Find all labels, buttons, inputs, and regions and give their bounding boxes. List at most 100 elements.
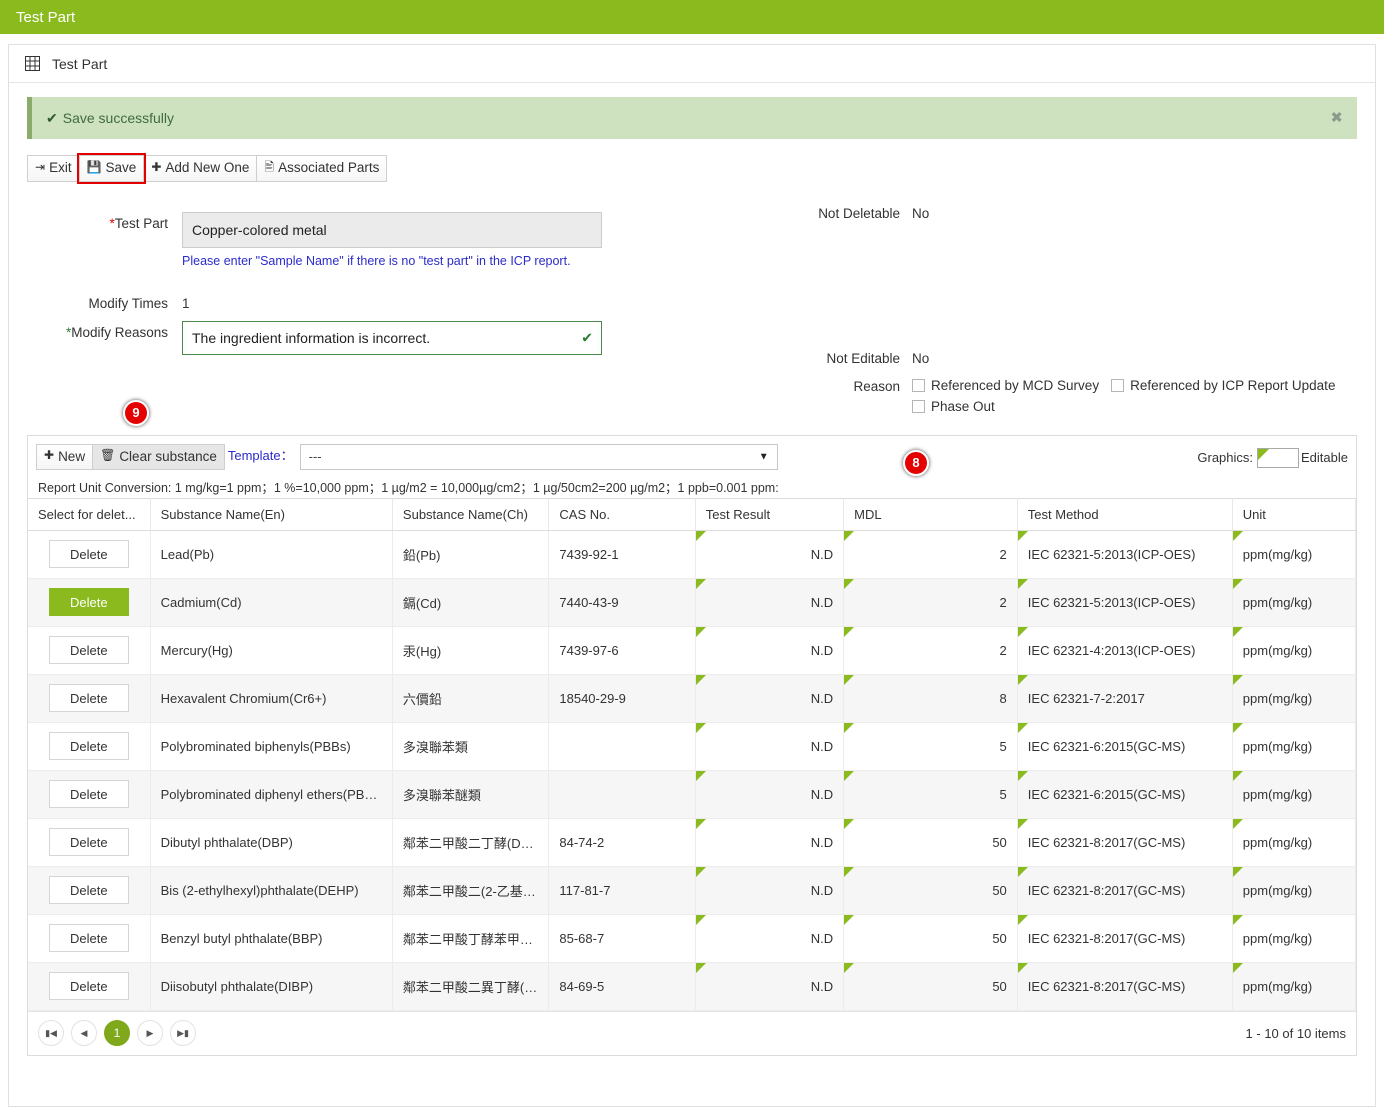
exit-button[interactable]: ⇥ Exit bbox=[27, 155, 80, 182]
cell-test-method[interactable]: IEC 62321-5:2013(ICP-OES) bbox=[1017, 578, 1233, 627]
window-title-bar: Test Part bbox=[0, 0, 1384, 34]
cell-test-method[interactable]: IEC 62321-8:2017(GC-MS) bbox=[1017, 962, 1233, 1011]
cell-unit[interactable]: ppm(mg/kg) bbox=[1232, 674, 1357, 723]
cell-mdl[interactable]: 2 bbox=[843, 626, 1018, 675]
cell-test-method[interactable]: IEC 62321-7-2:2017 bbox=[1017, 674, 1233, 723]
cell-unit[interactable]: ppm(mg/kg) bbox=[1232, 962, 1357, 1011]
table-row: Delete Dibutyl phthalate(DBP) 鄰苯二甲酸二丁酵(D… 8… bbox=[28, 818, 1357, 867]
template-select[interactable]: --- ▼ bbox=[299, 443, 778, 470]
checkbox-referenced-mcd-survey[interactable] bbox=[912, 378, 925, 392]
cell-test-result[interactable]: N.D bbox=[695, 530, 845, 579]
cell-substance-name-ch: 鄰苯二甲酸二異丁酵(… bbox=[392, 962, 550, 1011]
success-alert: ✔ Save successfully ✖ bbox=[27, 97, 1357, 139]
add-new-one-label: Add New One bbox=[165, 160, 250, 175]
cell-test-method[interactable]: IEC 62321-6:2015(GC-MS) bbox=[1017, 770, 1233, 819]
cell-test-result[interactable]: N.D bbox=[695, 962, 845, 1011]
cell-unit[interactable]: ppm(mg/kg) bbox=[1232, 722, 1357, 771]
cell-substance-name-en: Polybrominated biphenyls(PBBs) bbox=[150, 722, 393, 771]
cell-mdl[interactable]: 2 bbox=[843, 530, 1018, 579]
cell-mdl[interactable]: 50 bbox=[843, 866, 1018, 915]
col-mdl[interactable]: MDL bbox=[843, 497, 1018, 531]
delete-row-button[interactable]: Delete bbox=[48, 684, 129, 713]
trash-icon: 🗑 bbox=[100, 448, 116, 463]
clear-substance-button[interactable]: 🗑 Clear substance bbox=[92, 443, 225, 471]
cell-cas-no bbox=[548, 722, 696, 771]
cell-test-result[interactable]: N.D bbox=[695, 866, 845, 915]
col-test-result[interactable]: Test Result bbox=[695, 497, 845, 531]
cell-test-result[interactable]: N.D bbox=[695, 722, 845, 771]
new-substance-button[interactable]: ✚ New bbox=[36, 443, 94, 471]
modify-reasons-label: *Modify Reasons bbox=[65, 324, 168, 340]
action-toolbar: ⇥ Exit 💾 Save ✚ Add New One 🖹 Associated… bbox=[27, 153, 1357, 184]
save-button[interactable]: 💾 Save bbox=[76, 153, 147, 184]
modify-reasons-input[interactable] bbox=[182, 320, 602, 355]
associated-parts-button[interactable]: 🖹 Associated Parts bbox=[256, 155, 388, 182]
add-new-one-button[interactable]: ✚ Add New One bbox=[143, 155, 258, 182]
reason-checkbox-row-1: Referenced by MCD Survey Referenced by I… bbox=[912, 378, 1384, 393]
cell-unit[interactable]: ppm(mg/kg) bbox=[1232, 578, 1357, 627]
cell-mdl[interactable]: 5 bbox=[843, 722, 1018, 771]
col-cas-no[interactable]: CAS No. bbox=[548, 497, 696, 531]
cell-test-method[interactable]: IEC 62321-8:2017(GC-MS) bbox=[1017, 914, 1233, 963]
col-substance-name-en[interactable]: Substance Name(En) bbox=[150, 497, 393, 531]
cell-unit[interactable]: ppm(mg/kg) bbox=[1232, 914, 1357, 963]
required-marker-green: * bbox=[65, 324, 72, 340]
cell-test-result[interactable]: N.D bbox=[695, 770, 845, 819]
checkbox-referenced-icp-report-update[interactable] bbox=[1111, 378, 1125, 392]
delete-row-button[interactable]: Delete bbox=[48, 732, 129, 761]
plus-icon: ✚ bbox=[44, 448, 55, 463]
next-page-icon[interactable]: ▶ bbox=[137, 1020, 163, 1047]
delete-row-button[interactable]: Delete bbox=[48, 540, 129, 569]
cell-substance-name-en: Bis (2-ethylhexyl)phthalate(DEHP) bbox=[150, 866, 393, 915]
cell-substance-name-ch: 鄰苯二甲酸二丁酵(D… bbox=[392, 818, 550, 867]
cell-unit[interactable]: ppm(mg/kg) bbox=[1232, 818, 1357, 867]
delete-row-button[interactable]: Delete bbox=[48, 780, 129, 809]
delete-row-button[interactable]: Delete bbox=[48, 972, 129, 1001]
delete-row-button[interactable]: Delete bbox=[48, 636, 129, 665]
cell-test-method[interactable]: IEC 62321-6:2015(GC-MS) bbox=[1017, 722, 1233, 771]
page-1-button[interactable]: 1 bbox=[104, 1020, 130, 1047]
cell-substance-name-ch: 鉛(Pb) bbox=[392, 530, 550, 579]
cell-test-method[interactable]: IEC 62321-8:2017(GC-MS) bbox=[1017, 866, 1233, 915]
cell-test-result[interactable]: N.D bbox=[695, 914, 845, 963]
cell-test-method[interactable]: IEC 62321-4:2013(ICP-OES) bbox=[1017, 626, 1233, 675]
cell-test-method[interactable]: IEC 62321-8:2017(GC-MS) bbox=[1017, 818, 1233, 867]
delete-row-button[interactable]: Delete bbox=[48, 588, 129, 617]
cell-unit[interactable]: ppm(mg/kg) bbox=[1232, 866, 1357, 915]
first-page-icon[interactable]: ▮◀ bbox=[38, 1020, 64, 1047]
close-icon[interactable]: ✖ bbox=[1330, 111, 1343, 126]
cell-test-method[interactable]: IEC 62321-5:2013(ICP-OES) bbox=[1017, 530, 1233, 579]
cell-mdl[interactable]: 2 bbox=[843, 578, 1018, 627]
delete-row-button[interactable]: Delete bbox=[48, 876, 129, 905]
delete-row-button[interactable]: Delete bbox=[48, 828, 129, 857]
col-substance-name-ch[interactable]: Substance Name(Ch) bbox=[392, 497, 550, 531]
window-title: Test Part bbox=[16, 8, 76, 26]
cell-test-result[interactable]: N.D bbox=[695, 818, 845, 867]
document-icon: 🖹 bbox=[264, 159, 275, 174]
cell-unit[interactable]: ppm(mg/kg) bbox=[1232, 530, 1357, 579]
cell-mdl[interactable]: 50 bbox=[843, 962, 1018, 1011]
form-right-column: Not Deletable No Not Editable No Reason … bbox=[797, 182, 1384, 416]
cell-mdl[interactable]: 50 bbox=[843, 914, 1018, 963]
prev-page-icon[interactable]: ◀ bbox=[71, 1020, 97, 1047]
pagination: ▮◀ ◀ 1 ▶ ▶▮ 1 - 10 of 10 items bbox=[28, 1010, 1356, 1055]
cell-unit[interactable]: ppm(mg/kg) bbox=[1232, 770, 1357, 819]
cell-test-result[interactable]: N.D bbox=[695, 578, 845, 627]
cell-substance-name-ch: 鄰苯二甲酸二(2-乙基… bbox=[392, 866, 550, 915]
checkbox-phase-out[interactable] bbox=[912, 399, 925, 413]
cell-mdl[interactable]: 5 bbox=[843, 770, 1018, 819]
cell-substance-name-en: Polybrominated diphenyl ethers(PB… bbox=[150, 770, 393, 819]
delete-row-button[interactable]: Delete bbox=[48, 924, 129, 953]
col-test-method[interactable]: Test Method bbox=[1017, 497, 1233, 531]
col-unit[interactable]: Unit bbox=[1232, 497, 1357, 531]
cell-unit[interactable]: ppm(mg/kg) bbox=[1232, 626, 1357, 675]
col-select-for-delete[interactable]: Select for delet... bbox=[28, 497, 151, 531]
graphics-legend: Graphics: Editable bbox=[1197, 447, 1348, 468]
step-badge-9: 9 bbox=[123, 399, 149, 426]
last-page-icon[interactable]: ▶▮ bbox=[170, 1020, 196, 1047]
cell-mdl[interactable]: 50 bbox=[843, 818, 1018, 867]
cell-test-result[interactable]: N.D bbox=[695, 626, 845, 675]
cell-mdl[interactable]: 8 bbox=[843, 674, 1018, 723]
test-part-input[interactable] bbox=[182, 211, 602, 248]
cell-test-result[interactable]: N.D bbox=[695, 674, 845, 723]
